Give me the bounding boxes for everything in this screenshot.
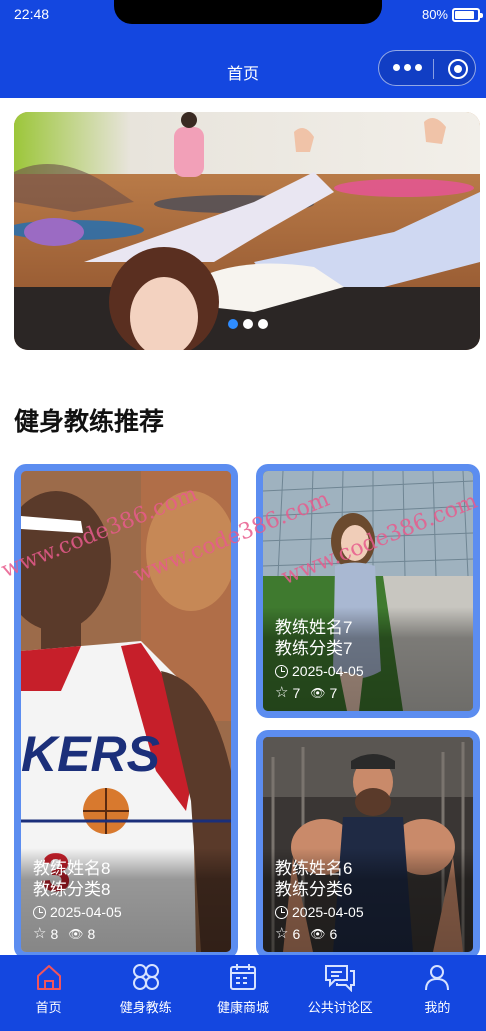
bottom-tab-bar: 首页 健身教练 健康商城 公共讨论区 我的	[0, 955, 486, 1031]
tab-label: 健康商城	[217, 1000, 270, 1015]
coach-info: 教练姓名6 教练分类6 2025-04-05 ☆ 6 👁 6	[263, 848, 473, 952]
tab-home[interactable]: 首页	[0, 955, 97, 1031]
app-screen: 22:48 80% 首页 健身教练推荐 KERS 教练姓名8 教练分类8 202…	[0, 0, 486, 1031]
coach-views: 6	[329, 926, 338, 942]
carousel-dot-2[interactable]	[243, 319, 253, 329]
coach-date: 2025-04-05	[292, 904, 364, 920]
carousel-dot-3[interactable]	[258, 319, 268, 329]
close-target-icon[interactable]	[448, 59, 468, 79]
more-icon[interactable]	[393, 64, 422, 71]
grid-icon	[132, 964, 159, 990]
coach-name: 教练姓名7	[275, 618, 353, 637]
capsule-divider	[433, 59, 434, 79]
coach-stats-row: ☆ 8 👁 8	[33, 924, 219, 944]
tab-forum[interactable]: 公共讨论区	[292, 955, 389, 1031]
coach-info: 教练姓名8 教练分类8 2025-04-05 ☆ 8 👁 8	[21, 848, 231, 952]
coach-date: 2025-04-05	[50, 904, 122, 920]
coach-category: 教练分类6	[275, 880, 353, 899]
coach-date-row: 2025-04-05	[275, 902, 461, 922]
carousel-dot-1[interactable]	[228, 319, 238, 329]
clock-icon	[275, 664, 288, 678]
eye-icon: 👁	[310, 686, 326, 700]
eye-icon: 👁	[68, 927, 84, 941]
home-icon	[36, 965, 61, 990]
coach-category: 教练分类7	[275, 639, 353, 658]
coach-card[interactable]: 教练姓名7 教练分类7 2025-04-05 ☆ 7 👁 7	[256, 464, 480, 718]
miniprogram-capsule	[378, 50, 476, 86]
coach-date-row: 2025-04-05	[33, 902, 219, 922]
coach-stats-row: ☆ 6 👁 6	[275, 924, 461, 944]
coach-stats-row: ☆ 7 👁 7	[275, 683, 461, 703]
carousel-indicators	[228, 319, 268, 329]
header: 22:48 80% 首页	[0, 0, 486, 98]
banner-image	[14, 112, 480, 350]
coach-favorites: 8	[50, 926, 59, 942]
user-icon	[425, 965, 450, 991]
tab-label: 公共讨论区	[307, 1000, 373, 1015]
chat-icon	[325, 965, 356, 992]
svg-text:KERS: KERS	[21, 726, 160, 782]
tab-shop[interactable]: 健康商城	[194, 955, 291, 1031]
star-icon: ☆	[33, 925, 47, 942]
banner-carousel[interactable]	[14, 112, 480, 350]
star-icon: ☆	[275, 684, 289, 701]
coach-name: 教练姓名8	[33, 859, 111, 878]
coach-views: 7	[329, 685, 338, 701]
tab-coaches[interactable]: 健身教练	[97, 955, 194, 1031]
coach-card[interactable]: 教练姓名6 教练分类6 2025-04-05 ☆ 6 👁 6	[256, 730, 480, 959]
battery-icon	[452, 8, 483, 22]
coach-favorites: 7	[292, 685, 301, 701]
calendar-icon	[230, 964, 256, 990]
section-title: 健身教练推荐	[14, 408, 165, 436]
tab-profile[interactable]: 我的	[389, 955, 486, 1031]
tab-label: 我的	[424, 1000, 451, 1015]
coach-info: 教练姓名7 教练分类7 2025-04-05 ☆ 7 👁 7	[263, 607, 473, 711]
coach-card[interactable]: KERS 3 教练姓名8 教练分类8 2025-04-05 ☆ 8 👁 8	[14, 464, 238, 959]
coach-category: 教练分类8	[33, 880, 111, 899]
eye-icon: 👁	[310, 927, 326, 941]
star-icon: ☆	[275, 925, 289, 942]
coach-date: 2025-04-05	[292, 663, 364, 679]
coach-views: 8	[87, 926, 96, 942]
camera-notch	[114, 0, 382, 24]
coach-date-row: 2025-04-05	[275, 661, 461, 681]
status-time: 22:48	[14, 6, 50, 22]
battery-percent: 80%	[421, 7, 448, 22]
tab-label: 健身教练	[119, 1000, 172, 1015]
tab-label: 首页	[35, 1000, 62, 1015]
coach-name: 教练姓名6	[275, 859, 353, 878]
clock-icon	[33, 905, 46, 919]
coach-favorites: 6	[292, 926, 301, 942]
clock-icon	[275, 905, 288, 919]
